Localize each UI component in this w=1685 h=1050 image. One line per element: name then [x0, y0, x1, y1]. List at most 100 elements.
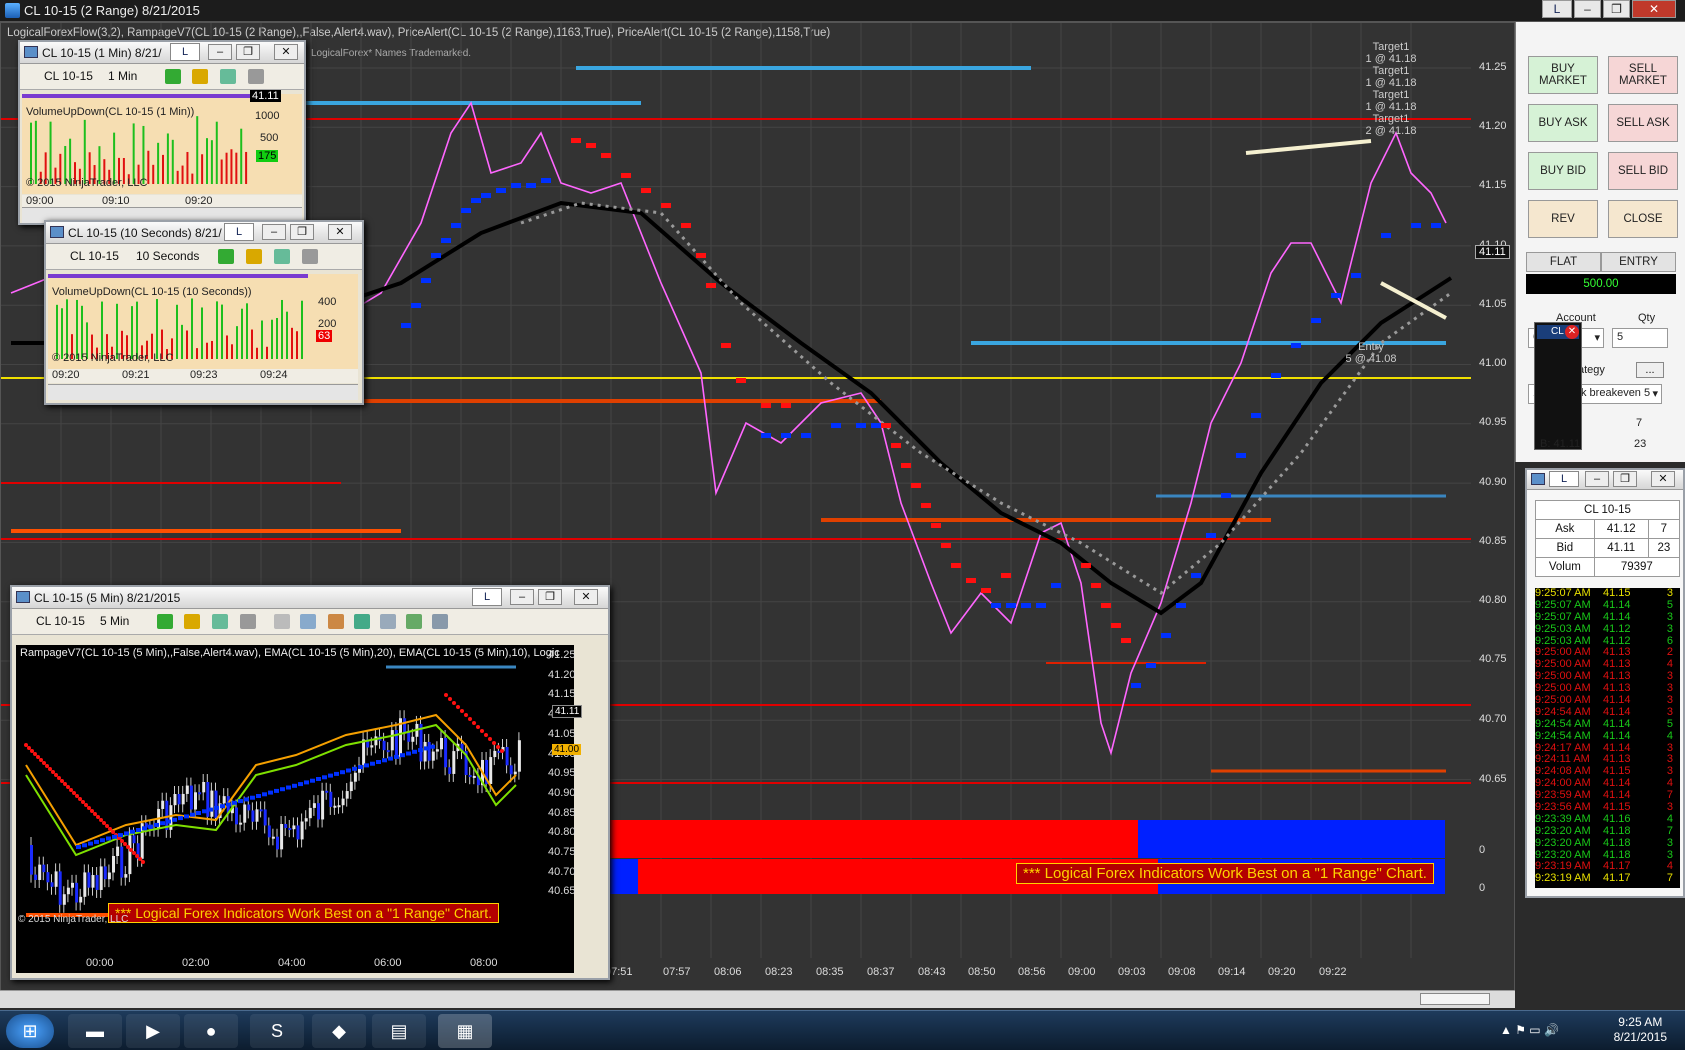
- price-tick-label: 41.05: [548, 727, 576, 740]
- volume-bar: [246, 303, 248, 359]
- close-button[interactable]: ✕: [274, 44, 298, 60]
- scroll-thumb[interactable]: [1420, 993, 1490, 1005]
- candle-body: [341, 798, 345, 806]
- minimize-button[interactable]: –: [1574, 0, 1601, 18]
- data-box-icon[interactable]: [432, 614, 448, 629]
- main-l-button[interactable]: L: [1542, 0, 1572, 18]
- l-button[interactable]: L: [1549, 471, 1579, 487]
- restore-button[interactable]: ❐: [236, 44, 260, 60]
- trend-dot-blue: [471, 198, 481, 203]
- candle-body: [431, 751, 435, 761]
- mini-dom[interactable]: CL ✕: [1534, 322, 1582, 450]
- candle-body: [374, 736, 378, 746]
- close-button[interactable]: ✕: [328, 224, 352, 240]
- l-button[interactable]: L: [170, 43, 200, 61]
- app-icon[interactable]: ◆: [312, 1014, 366, 1048]
- trend-dot-blue: [190, 812, 195, 817]
- instrument-selector[interactable]: CL 10-15: [70, 249, 119, 263]
- file-explorer-icon[interactable]: ▬: [68, 1014, 122, 1048]
- ninjatrader-icon[interactable]: ▤: [372, 1014, 426, 1048]
- dollar-icon[interactable]: [406, 614, 422, 629]
- trend-dot-blue: [451, 223, 461, 228]
- magnifier-icon[interactable]: [300, 614, 316, 629]
- zoom-icon[interactable]: [248, 69, 264, 84]
- candle-body: [435, 749, 439, 752]
- strategies-icon[interactable]: [354, 614, 370, 629]
- restore-button[interactable]: ❐: [1613, 471, 1637, 487]
- candle-body: [517, 740, 521, 772]
- restore-button[interactable]: ❐: [538, 589, 562, 605]
- time-and-sales-window[interactable]: L – ❐ ✕ CL 10-15 Ask 41.12 7 Bid 41.11 2…: [1525, 468, 1685, 898]
- main-horizontal-scrollbar[interactable]: [0, 990, 1515, 1008]
- trade-tape[interactable]: 9:25:07 AM 41.15 3 9:25:07 AM 41.14 5 9:25:07 …: [1535, 588, 1680, 888]
- close-button[interactable]: ✕: [574, 589, 598, 605]
- start-button-icon[interactable]: ⊞: [6, 1014, 54, 1048]
- system-clock[interactable]: 9:25 AM 8/21/2015: [1614, 1015, 1667, 1045]
- tray-icons[interactable]: ▲ ⚑ ▭ 🔊: [1500, 1023, 1559, 1037]
- l-button[interactable]: L: [224, 223, 254, 241]
- strategy-more-button[interactable]: ...: [1636, 362, 1664, 378]
- trend-dot-blue: [358, 765, 363, 770]
- l-button[interactable]: L: [472, 588, 502, 606]
- interval-selector[interactable]: 5 Min: [100, 614, 129, 628]
- trend-dot-red: [1101, 603, 1111, 608]
- bars-type-icon[interactable]: [157, 614, 173, 629]
- close-position-button[interactable]: CLOSE: [1608, 200, 1678, 238]
- trade-time: 9:25:07 AM: [1535, 610, 1591, 623]
- bars-type-icon[interactable]: [165, 69, 181, 84]
- candle-body: [321, 790, 325, 820]
- minimize-button[interactable]: –: [208, 44, 232, 60]
- crosshair-icon[interactable]: [212, 614, 228, 629]
- interval-selector[interactable]: 10 Seconds: [136, 249, 199, 263]
- window-title-bar[interactable]: CL 10-15 (10 Seconds) 8/21/ L – ❐ ✕: [46, 222, 362, 244]
- minimize-button[interactable]: –: [510, 589, 534, 605]
- price-tick-label: 41.15: [1479, 179, 1507, 191]
- minimize-button[interactable]: –: [262, 224, 286, 240]
- minimize-button[interactable]: –: [1585, 471, 1609, 487]
- window-title-bar[interactable]: L – ❐ ✕: [1527, 470, 1683, 490]
- close-button[interactable]: ✕: [1651, 471, 1675, 487]
- qty-stepper[interactable]: 5: [1612, 328, 1668, 348]
- target-label-line: Target1: [1372, 41, 1410, 53]
- select-pointer-icon[interactable]: [274, 614, 290, 629]
- horizontal-scrollbar[interactable]: [48, 384, 358, 400]
- instrument-selector[interactable]: CL 10-15: [44, 69, 93, 83]
- reverse-button[interactable]: REV: [1528, 200, 1598, 238]
- zoom-icon[interactable]: [240, 614, 256, 629]
- trend-dot-blue: [136, 828, 141, 832]
- trend-dot-blue: [1351, 273, 1361, 278]
- buy-bid-button[interactable]: BUY BID: [1528, 152, 1598, 190]
- close-icon[interactable]: ✕: [1565, 325, 1579, 339]
- sell-market-button[interactable]: SELL MARKET: [1608, 56, 1678, 94]
- crosshair-icon[interactable]: [220, 69, 236, 84]
- window-title-bar[interactable]: CL 10-15 (1 Min) 8/21/ L – ❐ ✕: [20, 42, 304, 64]
- pencil-icon[interactable]: [192, 69, 208, 84]
- bars-type-icon[interactable]: [218, 249, 234, 264]
- zoom-icon[interactable]: [302, 249, 318, 264]
- chart-window-10sec[interactable]: CL 10-15 (10 Seconds) 8/21/ L – ❐ ✕ CL 1…: [44, 220, 364, 405]
- firefox-icon[interactable]: ●: [184, 1014, 238, 1048]
- chart-window-1min[interactable]: CL 10-15 (1 Min) 8/21/ L – ❐ ✕ CL 10-15 …: [18, 40, 306, 225]
- crosshair-icon[interactable]: [274, 249, 290, 264]
- chart-window-5min[interactable]: CL 10-15 (5 Min) 8/21/2015 L – ❐ ✕ CL 10…: [10, 585, 610, 980]
- media-player-icon[interactable]: ▶: [126, 1014, 180, 1048]
- close-button[interactable]: ✕: [1632, 0, 1676, 18]
- restore-button[interactable]: ❐: [1603, 0, 1630, 18]
- restore-button[interactable]: ❐: [290, 224, 314, 240]
- candle-body: [513, 771, 517, 775]
- buy-market-button[interactable]: BUY MARKET: [1528, 56, 1598, 94]
- sell-ask-button[interactable]: SELL ASK: [1608, 104, 1678, 142]
- chart-properties-icon[interactable]: [380, 614, 396, 629]
- ninjatrader-charts-icon[interactable]: ▦: [438, 1014, 492, 1048]
- trend-dot-blue: [268, 790, 273, 795]
- skype-icon[interactable]: S: [250, 1014, 304, 1048]
- interval-selector[interactable]: 1 Min: [108, 69, 137, 83]
- trend-dot-blue: [316, 777, 321, 781]
- buy-ask-button[interactable]: BUY ASK: [1528, 104, 1598, 142]
- sell-bid-button[interactable]: SELL BID: [1608, 152, 1678, 190]
- instrument-selector[interactable]: CL 10-15: [36, 614, 85, 628]
- window-title-bar[interactable]: CL 10-15 (5 Min) 8/21/2015 L – ❐ ✕: [12, 587, 608, 609]
- pencil-icon[interactable]: [184, 614, 200, 629]
- pencil-icon[interactable]: [246, 249, 262, 264]
- indicators-icon[interactable]: [328, 614, 344, 629]
